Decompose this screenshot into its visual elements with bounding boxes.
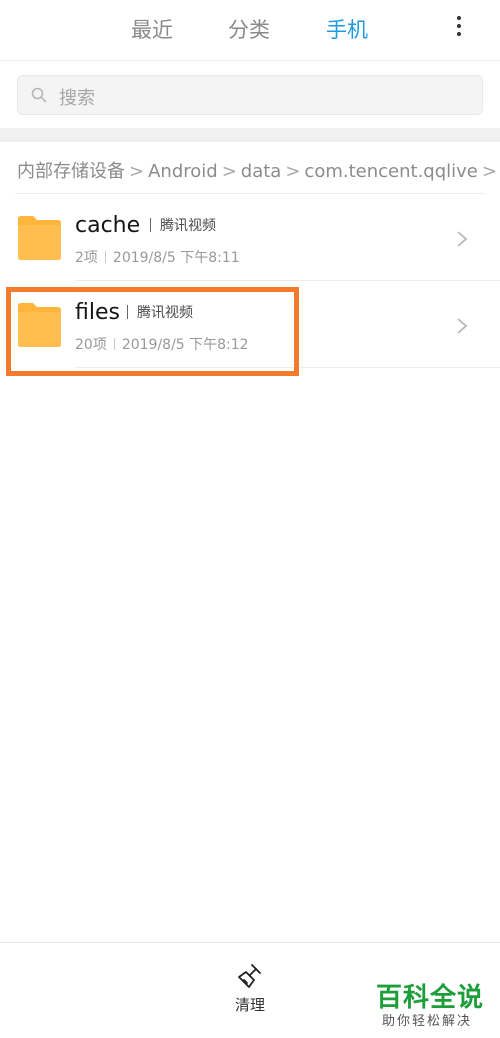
chevron-right-icon — [457, 231, 468, 247]
highlight-box — [6, 287, 299, 376]
search-placeholder: 搜索 — [59, 88, 95, 109]
clean-button[interactable]: 清理 — [226, 962, 274, 1022]
header-divider — [0, 60, 500, 61]
clean-label: 清理 — [234, 996, 265, 1014]
chevron-right-icon: > — [221, 161, 237, 181]
chevron-right-icon: > — [481, 161, 497, 181]
folder-name: cache — [75, 213, 141, 238]
folder-row-cache[interactable]: cache 腾讯视频 2项 2019/8/5 下午8:11 — [0, 195, 500, 281]
breadcrumb-divider — [15, 193, 485, 194]
tab-phone[interactable]: 手机 — [326, 14, 368, 44]
chevron-right-icon: > — [285, 161, 301, 181]
brush-icon — [238, 964, 261, 988]
chevron-right-icon: > — [129, 161, 145, 181]
tab-recent[interactable]: 最近 — [131, 14, 173, 44]
breadcrumb-item-android[interactable]: Android — [148, 161, 218, 181]
folder-app-tag: 腾讯视频 — [150, 214, 216, 236]
chevron-right-icon — [457, 318, 468, 334]
search-input[interactable]: 搜索 — [17, 75, 483, 115]
search-icon — [31, 87, 47, 103]
folder-meta: 2项 2019/8/5 下午8:11 — [75, 247, 240, 267]
folder-modified-date: 2019/8/5 下午8:11 — [112, 250, 240, 266]
section-divider — [0, 128, 500, 142]
more-options-icon[interactable] — [450, 14, 468, 42]
breadcrumb-item-package[interactable]: com.tencent.qqlive — [304, 161, 477, 181]
breadcrumb-item-data[interactable]: data — [241, 161, 282, 181]
folder-item-count: 2项 — [75, 250, 98, 266]
tab-category[interactable]: 分类 — [228, 14, 270, 44]
breadcrumb-item-internal-storage[interactable]: 内部存储设备 — [17, 161, 125, 181]
folder-app-label: 腾讯视频 — [160, 218, 216, 234]
bottom-divider — [0, 942, 500, 943]
watermark-subtitle: 助你轻松解决 — [382, 1014, 473, 1029]
row-divider — [75, 280, 500, 281]
folder-icon — [18, 216, 61, 260]
watermark-title: 百科全说 — [376, 983, 485, 1013]
top-tab-bar: 最近 分类 手机 — [0, 0, 500, 60]
breadcrumb: 内部存储设备 > Android > data > com.tencent.qqlive > — [17, 157, 500, 181]
